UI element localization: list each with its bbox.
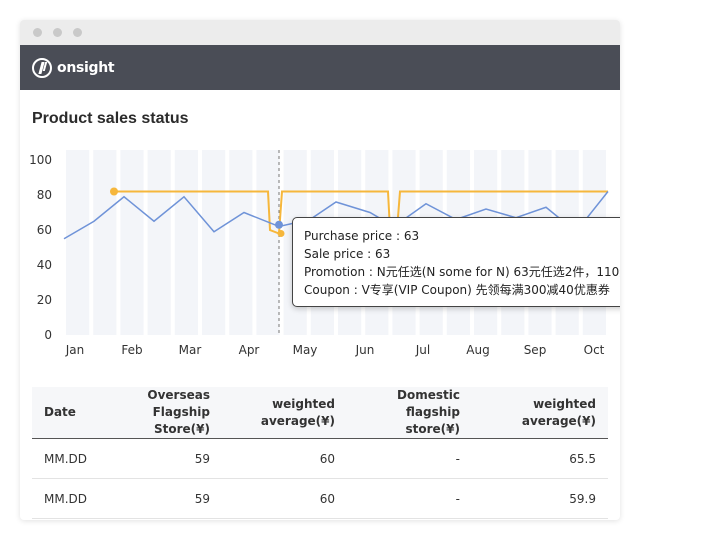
x-tick-label: Oct — [584, 343, 605, 357]
chart-grid-band — [147, 150, 171, 335]
chart-grid-band — [174, 150, 198, 335]
chart-grid-band — [93, 150, 117, 335]
col-weighted-average-1[interactable]: weighted average(¥) — [222, 387, 347, 439]
series-purchase-start-point — [110, 187, 118, 196]
y-tick-label: 100 — [29, 153, 52, 167]
cell-overseas: 59 — [102, 478, 222, 519]
x-tick-label: Sep — [524, 343, 547, 357]
x-tick-label: Apr — [239, 343, 260, 357]
cell-weighted-average-2: 59.9 — [472, 478, 608, 519]
chart-grid-band — [120, 150, 144, 335]
col-date[interactable]: Date — [32, 387, 102, 439]
x-tick-label: Jul — [415, 343, 430, 357]
y-tick-label: 0 — [44, 328, 52, 342]
cell-overseas: 59 — [102, 438, 222, 479]
highlight-purchase-point — [277, 230, 285, 237]
highlight-sale-point — [275, 220, 283, 229]
table-row[interactable]: MM.DD 59 60 - 65.5 — [32, 438, 608, 479]
x-tick-label: Feb — [121, 343, 142, 357]
cell-domestic: - — [347, 438, 472, 479]
cell-weighted-average-1: 60 — [222, 478, 347, 519]
cell-domestic: - — [347, 478, 472, 519]
tooltip-coupon: Coupon : V专享(VIP Coupon) 先领每满300减40优惠券 — [304, 283, 610, 297]
y-tick-label: 80 — [37, 188, 52, 202]
chart-grid-band — [66, 150, 90, 335]
x-tick-label: May — [293, 343, 318, 357]
x-tick-label: Mar — [179, 343, 202, 357]
y-tick-label: 60 — [37, 223, 52, 237]
app-window: onsight Product sales status 0 20 40 60 80 10… — [20, 20, 620, 520]
table-header-row: Date Overseas Flagship Store(¥) weighted a… — [32, 387, 608, 439]
x-tick-label: Jun — [355, 343, 375, 357]
table-row[interactable]: MM.DD 59 60 - 59.9 — [32, 478, 608, 519]
col-domestic[interactable]: Domestic flagship store(¥) — [347, 387, 472, 439]
chart-grid-band — [256, 150, 280, 335]
cell-weighted-average-1: 60 — [222, 438, 347, 479]
tooltip-purchase-price: Purchase price : 63 — [304, 229, 420, 243]
col-overseas[interactable]: Overseas Flagship Store(¥) — [102, 387, 222, 439]
sales-line-chart: 0 20 40 60 80 100 Jan Feb Mar Apr May Jun Jul Aug Sep O… — [29, 150, 609, 357]
y-tick-label: 20 — [37, 293, 52, 307]
tooltip-sale-price: Sale price : 63 — [304, 247, 391, 261]
tooltip-promotion: Promotion : N元任选(N some for N) 63元任选2件，1… — [304, 265, 620, 279]
cell-date: MM.DD — [32, 478, 102, 519]
col-weighted-average-2[interactable]: weighted average(¥) — [472, 387, 608, 439]
cell-date: MM.DD — [32, 438, 102, 479]
y-tick-label: 40 — [37, 258, 52, 272]
cell-weighted-average-2: 65.5 — [472, 438, 608, 479]
chart-tooltip: Purchase price : 63 Sale price : 63 Prom… — [292, 217, 620, 307]
sales-table: Date Overseas Flagship Store(¥) weighted a… — [32, 387, 608, 519]
chart-grid-band — [229, 150, 253, 335]
chart-grid-band — [202, 150, 226, 335]
x-tick-label: Aug — [466, 343, 489, 357]
x-tick-label: Jan — [65, 343, 85, 357]
